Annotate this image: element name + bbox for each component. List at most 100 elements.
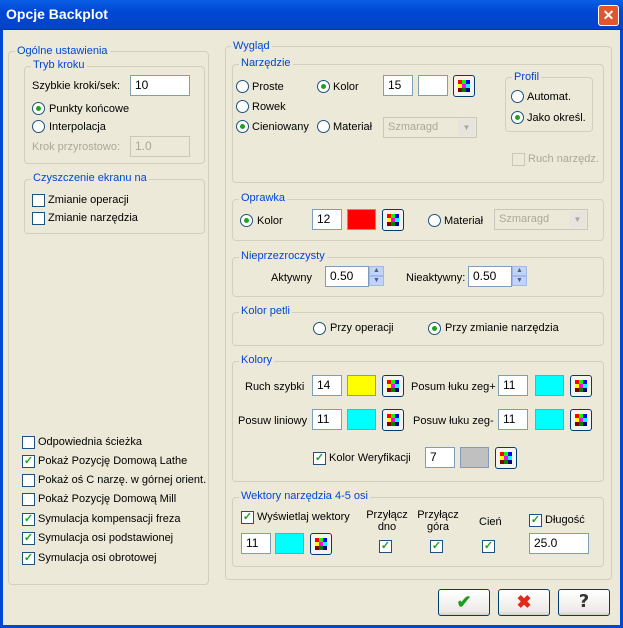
holder-legend: Oprawka — [239, 192, 288, 204]
opacity-inactive-input[interactable]: 0.50 — [468, 266, 512, 287]
tool-material-select[interactable]: Szmaragd ▼ — [383, 117, 477, 138]
option-checkbox[interactable]: ✓ — [22, 552, 35, 565]
arc-cw-color-picker-button[interactable] — [570, 375, 592, 397]
linear-color-picker-button[interactable] — [382, 409, 404, 431]
linear-label: Posuw liniowy — [238, 415, 308, 427]
close-button[interactable]: ✕ — [598, 5, 619, 26]
clear-screen-group — [24, 179, 205, 234]
verify-color-input[interactable]: 7 — [425, 447, 455, 468]
tool-plain-radio[interactable] — [236, 80, 249, 93]
tool-color-input[interactable]: 15 — [383, 75, 413, 96]
show-vectors-label: Wyświetlaj wektory — [257, 511, 350, 523]
option-checkbox[interactable] — [22, 474, 35, 487]
attach-bottom-checkbox[interactable]: ✓ — [379, 540, 392, 553]
profile-auto-label: Automat. — [527, 91, 572, 103]
attach-bottom-line1: Przyłącz — [366, 509, 408, 521]
attach-bottom-label: Przyłącz dno — [366, 509, 408, 533]
shade-label: Cień — [479, 516, 502, 528]
help-button[interactable]: ? — [558, 589, 610, 616]
holder-color-radio[interactable] — [240, 214, 253, 227]
option-label: Symulacja kompensacji freza — [38, 513, 181, 525]
attach-top-line1: Przyłącz — [417, 509, 459, 521]
tool-legend: Narzędzie — [239, 57, 293, 69]
spin-up-icon: ▲ — [512, 266, 527, 276]
tool-motion-label: Ruch narzędz. — [528, 153, 599, 165]
show-vectors-checkbox[interactable]: ✓ — [241, 511, 254, 524]
palette-icon — [387, 214, 399, 226]
linear-color-swatch — [347, 409, 376, 430]
clear-on-tool-checkbox[interactable] — [32, 212, 45, 225]
tool-color-picker-button[interactable] — [453, 75, 475, 97]
cancel-button[interactable]: ✖ — [498, 589, 550, 616]
option-checkbox[interactable] — [22, 436, 35, 449]
option-checkbox[interactable]: ✓ — [22, 513, 35, 526]
verify-color-picker-button[interactable] — [495, 447, 517, 469]
loop-per-op-radio[interactable] — [313, 322, 326, 335]
arc-ccw-color-input[interactable]: 11 — [498, 409, 528, 430]
tool-line-radio[interactable] — [236, 100, 249, 113]
question-icon: ? — [578, 591, 590, 612]
palette-icon — [500, 452, 512, 464]
holder-color-label: Kolor — [257, 215, 283, 227]
spin-down-icon: ▼ — [369, 276, 384, 286]
interpolation-radio[interactable] — [32, 120, 45, 133]
clear-on-op-checkbox[interactable] — [32, 194, 45, 207]
arc-ccw-color-picker-button[interactable] — [570, 409, 592, 431]
tool-shaded-label: Cieniowany — [252, 121, 309, 133]
profile-defined-radio[interactable] — [511, 111, 524, 124]
opacity-inactive-spinner[interactable]: ▲ ▼ — [512, 266, 527, 287]
vector-color-picker-button[interactable] — [310, 533, 332, 555]
chevron-down-icon: ▼ — [458, 119, 475, 136]
tool-shaded-radio[interactable] — [236, 120, 249, 133]
opacity-active-input[interactable]: 0.50 — [325, 266, 369, 287]
tool-color-radio[interactable] — [317, 80, 330, 93]
endpoints-radio[interactable] — [32, 102, 45, 115]
increment-input[interactable]: 1.0 — [130, 136, 190, 157]
length-checkbox[interactable]: ✓ — [529, 514, 542, 527]
palette-cell — [395, 388, 399, 392]
tool-material-value: Szmaragd — [388, 121, 439, 133]
holder-material-select[interactable]: Szmaragd ▼ — [494, 209, 588, 230]
arc-cw-label: Posum łuku zeg+ — [411, 381, 496, 393]
option-label: Pokaż oś C narzę. w górnej orient. — [38, 474, 207, 486]
verify-color-label: Kolor Weryfikacji — [329, 452, 411, 464]
tool-motion-checkbox[interactable] — [512, 153, 525, 166]
arc-ccw-color-swatch — [535, 409, 564, 430]
verify-color-checkbox[interactable]: ✓ — [313, 452, 326, 465]
holder-material-radio[interactable] — [428, 214, 441, 227]
holder-color-input[interactable]: 12 — [312, 209, 342, 230]
tool-color-swatch — [418, 75, 448, 96]
option-label: Pokaż Pozycję Domową Mill — [38, 493, 177, 505]
tool-plain-label: Proste — [252, 81, 284, 93]
length-input[interactable]: 25.0 — [529, 533, 589, 554]
rapid-color-swatch — [347, 375, 376, 396]
linear-color-input[interactable]: 11 — [312, 409, 342, 430]
holder-color-picker-button[interactable] — [382, 209, 404, 231]
tool-material-radio[interactable] — [317, 120, 330, 133]
arc-cw-color-input[interactable]: 11 — [498, 375, 528, 396]
option-checkbox[interactable]: ✓ — [22, 455, 35, 468]
vector-color-input[interactable]: 11 — [241, 533, 271, 554]
palette-icon — [575, 380, 587, 392]
opacity-active-spinner[interactable]: ▲ ▼ — [369, 266, 384, 287]
window-title: Opcje Backplot — [6, 6, 108, 22]
tool-material-label: Materiał — [333, 121, 373, 133]
profile-auto-radio[interactable] — [511, 90, 524, 103]
palette-icon — [387, 380, 399, 392]
step-mode-legend: Tryb kroku — [31, 59, 87, 71]
increment-label: Krok przyrostowo: — [32, 141, 121, 153]
attach-top-checkbox[interactable]: ✓ — [430, 540, 443, 553]
option-checkbox[interactable]: ✓ — [22, 532, 35, 545]
palette-cell — [395, 422, 399, 426]
shade-checkbox[interactable]: ✓ — [482, 540, 495, 553]
rapid-color-picker-button[interactable] — [382, 375, 404, 397]
ok-button[interactable]: ✔ — [438, 589, 490, 616]
option-checkbox[interactable] — [22, 493, 35, 506]
attach-bottom-line2: dno — [377, 521, 397, 533]
rapid-color-input[interactable]: 14 — [312, 375, 342, 396]
loop-per-tool-radio[interactable] — [428, 322, 441, 335]
palette-cell — [508, 460, 512, 464]
fast-steps-input[interactable]: 10 — [130, 75, 190, 96]
option-label: Symulacja osi obrotowej — [38, 552, 157, 564]
arc-ccw-label: Posuw łuku zeg- — [413, 415, 494, 427]
